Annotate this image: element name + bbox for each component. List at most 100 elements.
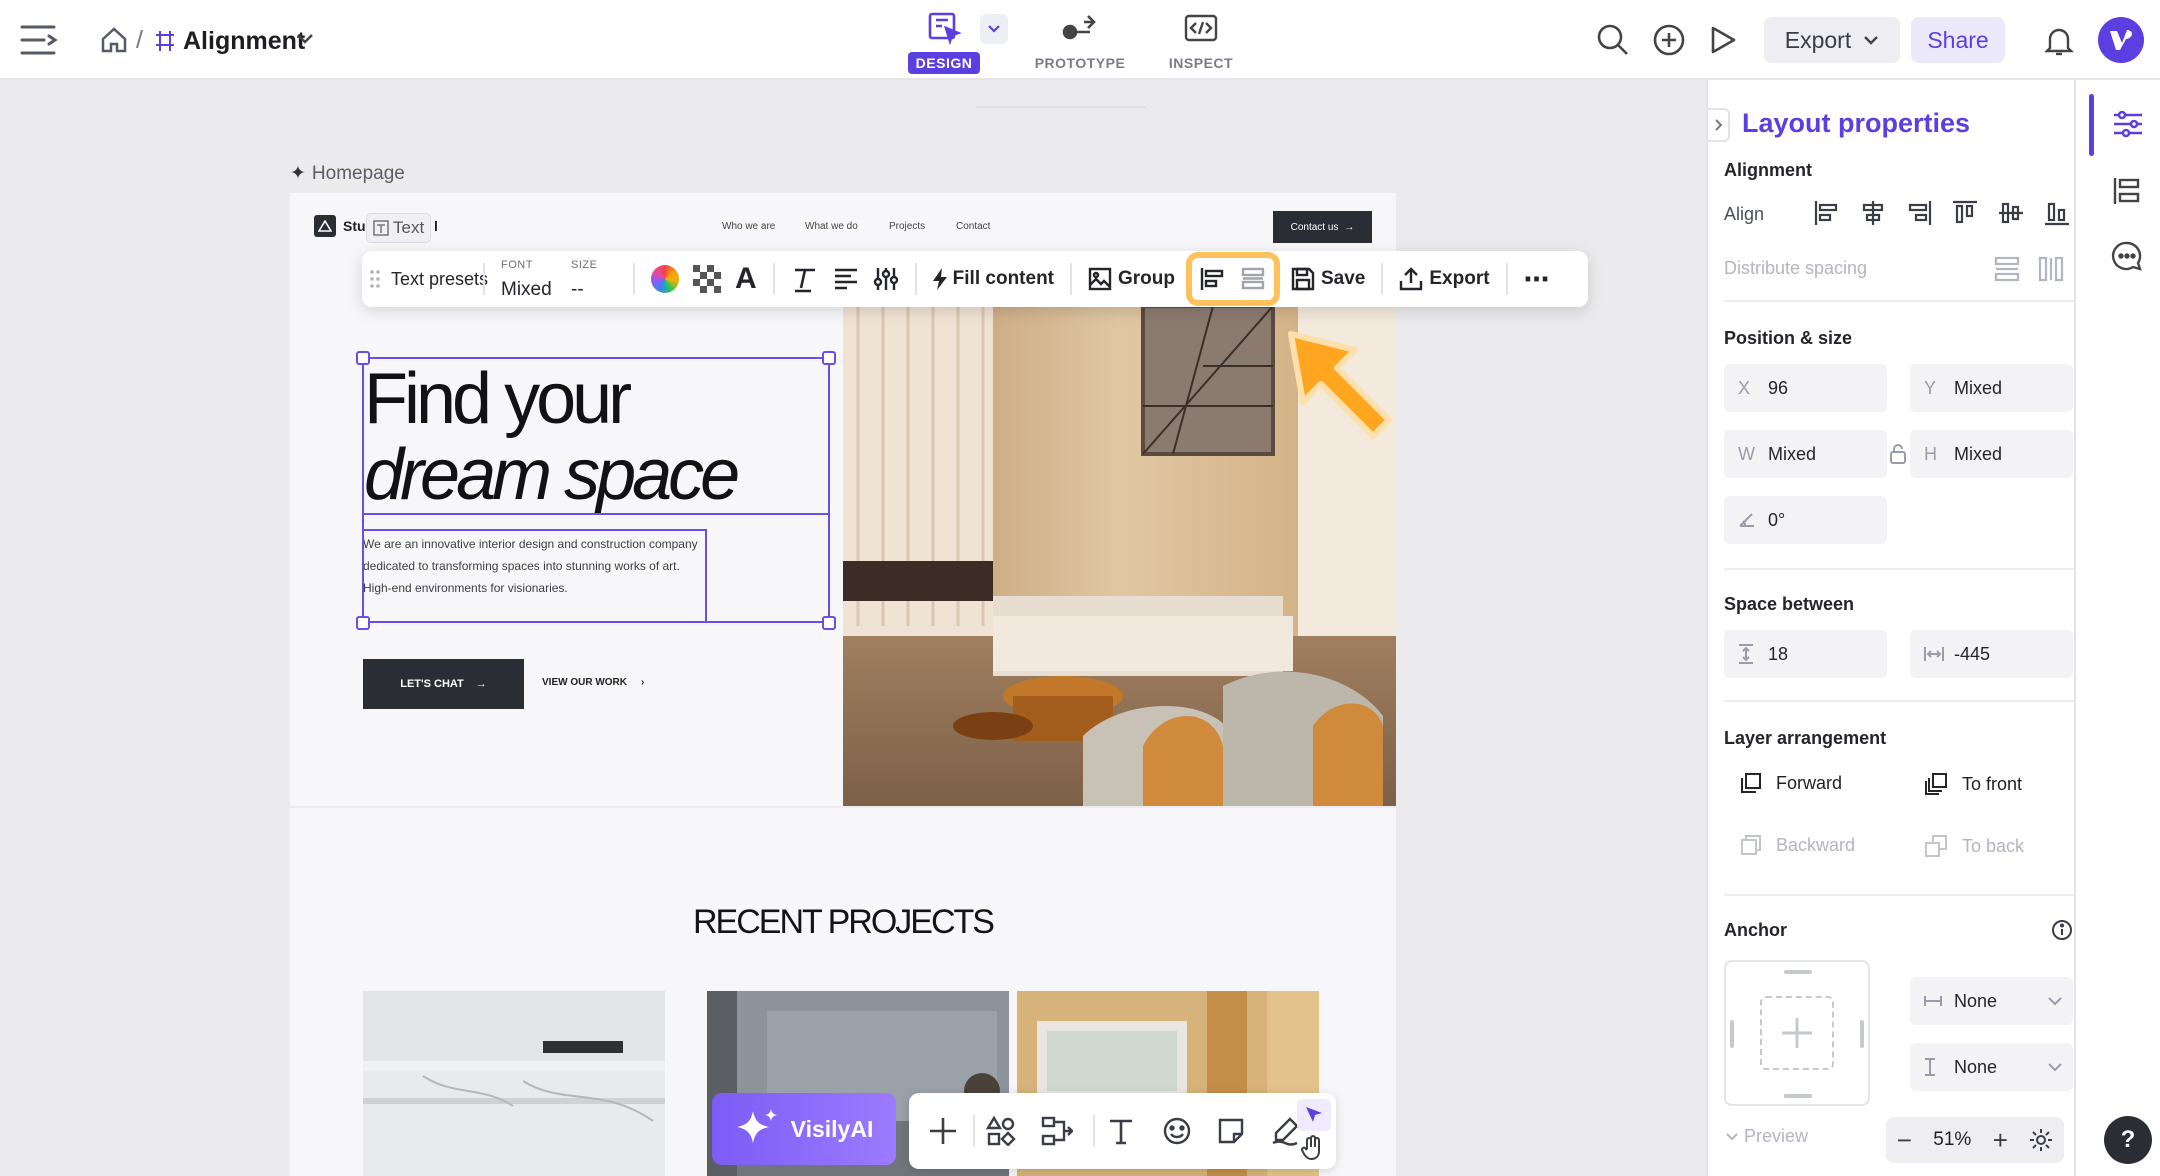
- frame-label[interactable]: ✦ Homepage: [290, 162, 405, 185]
- emoji-icon[interactable]: [1157, 1111, 1197, 1151]
- bell-icon[interactable]: [2044, 25, 2074, 57]
- to-back-button[interactable]: To back: [1924, 834, 2024, 858]
- home-icon[interactable]: [100, 26, 128, 54]
- resize-handle[interactable]: [356, 616, 370, 630]
- resize-handle[interactable]: [822, 351, 836, 365]
- share-button[interactable]: Share: [1911, 17, 2005, 63]
- code-icon: [1183, 10, 1219, 46]
- horizontal-spacing-field[interactable]: -445: [1910, 630, 2073, 678]
- align-right-icon[interactable]: [1906, 200, 1932, 226]
- contact-us-button[interactable]: Contact us →: [1273, 211, 1372, 243]
- horizontal-spacing-value: -445: [1954, 643, 1991, 664]
- vertical-spacing-field[interactable]: 18: [1724, 630, 1887, 678]
- rotation-field[interactable]: 0°: [1724, 496, 1887, 544]
- text-align-icon[interactable]: [826, 267, 866, 291]
- add-circle-icon[interactable]: [1652, 23, 1686, 57]
- lets-chat-label: LET'S CHAT: [400, 678, 464, 690]
- zoom-value[interactable]: 51%: [1933, 1129, 1971, 1151]
- width-field[interactable]: W Mixed: [1724, 430, 1887, 478]
- export-button[interactable]: Export: [1392, 267, 1496, 291]
- text-presets-dropdown[interactable]: Text presets: [384, 270, 488, 288]
- info-icon[interactable]: [2051, 919, 2073, 941]
- backward-label: Backward: [1776, 834, 1856, 855]
- avatar[interactable]: [2098, 17, 2144, 63]
- visily-ai-button[interactable]: VisilyAI: [712, 1093, 896, 1165]
- layout-settings-icon[interactable]: [2112, 110, 2144, 138]
- design-dropdown[interactable]: [980, 14, 1008, 44]
- play-icon[interactable]: [1708, 25, 1738, 55]
- distribute-icon[interactable]: [1240, 267, 1266, 291]
- resize-handle[interactable]: [356, 351, 370, 365]
- hand-tool-icon[interactable]: [1301, 1135, 1325, 1161]
- layers-tree-icon[interactable]: [2112, 176, 2142, 206]
- project-image-kitchen[interactable]: [363, 991, 665, 1176]
- export-menu-button[interactable]: Export: [1764, 17, 1900, 63]
- lock-ratio-icon[interactable]: [1889, 443, 1907, 465]
- flow-icon[interactable]: [1037, 1111, 1077, 1151]
- distribute-horizontal-icon[interactable]: [2038, 256, 2064, 282]
- resize-handle[interactable]: [822, 616, 836, 630]
- anchor-bottom-bar[interactable]: [1784, 1094, 1812, 1098]
- save-button[interactable]: Save: [1284, 267, 1372, 291]
- anchor-right-bar[interactable]: [1860, 1020, 1864, 1048]
- fill-content-button[interactable]: Fill content: [926, 268, 1061, 290]
- preview-toggle[interactable]: Preview: [1726, 1126, 1808, 1147]
- nav-who-we-are[interactable]: Who we are: [722, 221, 775, 232]
- zoom-out-icon[interactable]: −: [1897, 1125, 1912, 1156]
- menu-icon[interactable]: [20, 22, 58, 58]
- distribute-vertical-icon[interactable]: [1994, 256, 2020, 282]
- recent-projects-heading[interactable]: RECENT PROJECTS: [290, 903, 1396, 942]
- group-button[interactable]: Group: [1081, 267, 1182, 291]
- size-dropdown[interactable]: SIZE --: [564, 259, 624, 299]
- nav-contact[interactable]: Contact: [956, 221, 990, 232]
- add-icon[interactable]: [923, 1111, 963, 1151]
- angle-icon: [1738, 512, 1768, 528]
- zoom-in-icon[interactable]: +: [1993, 1125, 2008, 1156]
- arrow-right-icon: →: [475, 678, 487, 690]
- comment-icon[interactable]: [2111, 240, 2143, 272]
- adjustments-icon[interactable]: [866, 266, 906, 292]
- anchor-top-bar[interactable]: [1784, 970, 1812, 974]
- align-top-icon[interactable]: [1952, 200, 1978, 226]
- help-button[interactable]: ?: [2104, 1116, 2152, 1164]
- align-bottom-icon[interactable]: [2044, 200, 2070, 226]
- to-front-button[interactable]: To front: [1924, 772, 2022, 796]
- toolbar-divider: [914, 263, 917, 295]
- y-field[interactable]: Y Mixed: [1910, 364, 2073, 412]
- anchor-widget[interactable]: [1724, 960, 1870, 1106]
- chevron-down-icon[interactable]: [296, 32, 314, 46]
- opacity-icon[interactable]: [686, 265, 728, 293]
- tab-prototype[interactable]: PROTOTYPE: [1020, 10, 1140, 74]
- settings-gear-icon[interactable]: [2029, 1128, 2053, 1152]
- sticky-note-icon[interactable]: [1211, 1111, 1251, 1151]
- anchor-left-bar[interactable]: [1730, 1020, 1734, 1048]
- text-tool-icon[interactable]: [1101, 1111, 1141, 1151]
- collapse-panel-icon[interactable]: [1708, 108, 1730, 142]
- align-left-icon[interactable]: [1200, 267, 1226, 291]
- file-name[interactable]: Alignment: [183, 27, 305, 56]
- drag-handle-icon[interactable]: [362, 269, 384, 289]
- lets-chat-button[interactable]: LET'S CHAT →: [363, 659, 524, 709]
- text-format-icon[interactable]: [784, 265, 826, 293]
- anchor-vertical-select[interactable]: None: [1910, 1043, 2073, 1091]
- align-left-icon[interactable]: [1814, 200, 1840, 226]
- align-center-horizontal-icon[interactable]: [1860, 200, 1886, 226]
- backward-button[interactable]: Backward: [1740, 834, 1855, 856]
- tab-inspect[interactable]: INSPECT: [1141, 10, 1261, 74]
- search-icon[interactable]: [1596, 23, 1630, 57]
- shapes-icon[interactable]: [981, 1111, 1021, 1151]
- more-options-icon[interactable]: ⋯: [1517, 264, 1557, 295]
- select-tool-icon[interactable]: [1297, 1099, 1331, 1131]
- text-style-icon[interactable]: A: [728, 262, 764, 296]
- x-field[interactable]: X 96: [1724, 364, 1887, 412]
- color-picker-icon[interactable]: [644, 265, 686, 293]
- forward-button[interactable]: Forward: [1740, 772, 1842, 794]
- view-our-work-link[interactable]: VIEW OUR WORK ›: [542, 677, 644, 688]
- nav-projects[interactable]: Projects: [889, 221, 925, 232]
- nav-what-we-do[interactable]: What we do: [805, 221, 858, 232]
- font-dropdown[interactable]: FONT Mixed: [494, 259, 564, 299]
- align-center-vertical-icon[interactable]: [1998, 200, 2024, 226]
- homepage-frame[interactable]: Stu l Text Who we are What we do Project…: [290, 193, 1396, 1176]
- height-field[interactable]: H Mixed: [1910, 430, 2073, 478]
- anchor-horizontal-select[interactable]: None: [1910, 977, 2073, 1025]
